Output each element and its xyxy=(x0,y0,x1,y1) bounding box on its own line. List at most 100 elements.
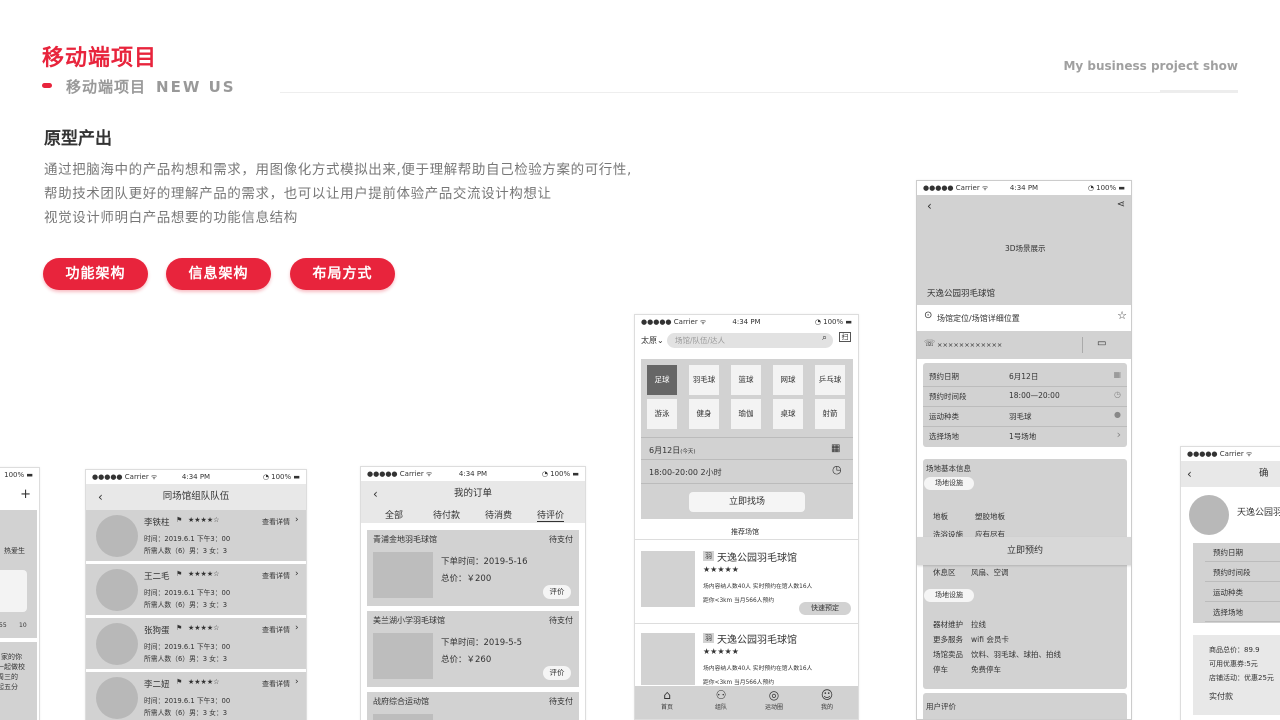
header-divider xyxy=(280,92,1238,93)
order-card[interactable]: 美兰湖小学羽毛球馆 待支付 下单时间：2019-5-5 总价：￥260 评价 xyxy=(367,611,579,687)
venue-name: 天逸公园羽 xyxy=(1237,508,1280,518)
confirm-row-label: 选择场地 xyxy=(1213,608,1243,617)
carrier-label: ●●●●● Carrier ᯤ xyxy=(923,184,989,192)
service-label: 器材维护 xyxy=(933,620,963,629)
venue-image xyxy=(373,714,433,720)
date-label[interactable]: 6月12日(今天) xyxy=(649,445,696,456)
back-icon[interactable]: ‹ xyxy=(373,481,378,507)
view-details-link[interactable]: 查看详情 xyxy=(262,679,290,689)
clock-icon[interactable]: ◷ xyxy=(832,463,842,476)
confirm-row-label: 预约日期 xyxy=(1213,548,1243,557)
team-row[interactable]: 李二妞 ⚑ ★★★★☆ 查看详情 › 时间：2019.6.1 下午3：00 所需… xyxy=(86,672,306,720)
tab-me[interactable]: ☺ 我的 xyxy=(807,688,847,711)
booking-row[interactable]: 运动种类 羽毛球 ● xyxy=(923,407,1127,425)
venue-card[interactable]: 羽 天逸公园羽毛球馆 ★★★★★ 场内容纳人数40人 实时预约在馆人数16人 距… xyxy=(635,623,858,686)
info-title: 场地基本信息 xyxy=(926,464,971,473)
layout-method-button[interactable]: 布局方式 xyxy=(290,258,395,290)
review-button[interactable]: 评价 xyxy=(543,666,571,680)
text-fragment: 55 xyxy=(0,622,7,629)
find-venue-button[interactable]: 立即找场 xyxy=(689,492,805,512)
chevron-right-icon: › xyxy=(295,569,299,579)
back-icon[interactable]: ‹ xyxy=(927,199,932,213)
facility-label: 休息区 xyxy=(933,568,956,577)
team-row[interactable]: 王二毛 ⚑ ★★★★☆ 查看详情 › 时间：2019.6.1 下午3：00 所需… xyxy=(86,564,306,615)
scan-icon[interactable]: 扫 xyxy=(839,332,851,342)
sport-picker-panel: 足球 羽毛球 篮球 网球 乒乓球游泳 健身 瑜伽 桌球 射箭 6月12日(今天) ▦ 18:00… xyxy=(641,359,853,519)
avatar xyxy=(96,569,138,611)
booking-row[interactable]: 预约时间段 18:00—20:00 ◷ xyxy=(923,387,1127,405)
booking-row-label: 运动种类 xyxy=(929,412,959,421)
search-icon[interactable]: ⌕ xyxy=(822,333,827,343)
info-architecture-button[interactable]: 信息架构 xyxy=(166,258,271,290)
sport-option[interactable]: 网球 xyxy=(773,365,803,395)
flag-icon: ⚑ xyxy=(176,678,183,686)
tab-pending-use[interactable]: 待消费 xyxy=(485,508,512,521)
reviews-section[interactable]: 用户评价 xyxy=(923,693,1127,719)
tab-pending-payment[interactable]: 待付款 xyxy=(433,508,460,521)
tab-moments[interactable]: ◎ 运动圈 xyxy=(754,688,794,711)
subtitle-en: NEW US xyxy=(156,78,236,96)
search-input[interactable]: 场馆/队伍/达人 ⌕ xyxy=(667,333,833,348)
header-tagline: My business project show xyxy=(1063,59,1238,73)
accent-dot xyxy=(42,83,52,88)
sport-option[interactable]: 健身 xyxy=(689,399,719,429)
sport-option[interactable]: 足球 xyxy=(647,365,677,395)
quick-book-button[interactable]: 快速预定 xyxy=(799,602,851,615)
team-row[interactable]: 李铁柱 ⚑ ★★★★☆ 查看详情 › 时间：2019.6.1 下午3：00 所需… xyxy=(86,510,306,561)
search-bar-row: 太原⌄ 场馆/队伍/达人 ⌕ 扫 xyxy=(635,329,858,353)
message-icon[interactable]: ▭ xyxy=(1097,338,1106,349)
venue-name: 天逸公园羽毛球馆 xyxy=(927,289,996,299)
tab-home[interactable]: ⌂ 首页 xyxy=(647,688,687,711)
review-button[interactable]: 评价 xyxy=(543,585,571,599)
banner-3d[interactable]: ‹ ⋖ 3D场景展示 天逸公园羽毛球馆 xyxy=(917,195,1131,305)
city-selector[interactable]: 太原⌄ xyxy=(641,335,664,346)
booking-row-value: 18:00—20:00 xyxy=(1009,391,1060,400)
status-time: 4:34 PM xyxy=(181,473,211,481)
screen-title: 我的订单 xyxy=(453,488,492,499)
sport-option[interactable]: 乒乓球 xyxy=(815,365,845,395)
time-label[interactable]: 18:00-20:00 2小时 xyxy=(649,467,722,478)
order-card[interactable]: 青浦金地羽毛球馆 待支付 下单时间：2019-5-16 总价：￥200 评价 xyxy=(367,530,579,606)
back-icon[interactable]: ‹ xyxy=(1187,461,1192,487)
confirm-row-label: 预约时间段 xyxy=(1213,568,1251,577)
sport-option[interactable]: 瑜伽 xyxy=(731,399,761,429)
calendar-icon: ▦ xyxy=(1113,370,1121,379)
star-favorite-icon[interactable]: ☆ xyxy=(1117,309,1127,322)
sport-option[interactable]: 射箭 xyxy=(815,399,845,429)
function-architecture-button[interactable]: 功能架构 xyxy=(43,258,148,290)
book-now-button[interactable]: 立即预约 xyxy=(917,537,1131,565)
screen-title: 同场馆组队队伍 xyxy=(162,491,230,502)
sport-option[interactable]: 篮球 xyxy=(731,365,761,395)
battery-icon: ◔ 100% ▬ xyxy=(1087,184,1125,192)
tab-all[interactable]: 全部 xyxy=(385,508,403,521)
facility-label: 地板 xyxy=(933,512,948,521)
tab-pending-review[interactable]: 待评价 xyxy=(537,508,565,522)
badminton-tag: 羽 xyxy=(703,633,714,643)
battery-icon: ◔ 100% ▬ xyxy=(262,473,300,481)
order-card[interactable]: 战府综合运动馆 待支付 xyxy=(367,692,579,720)
view-details-link[interactable]: 查看详情 xyxy=(262,625,290,635)
venue-card[interactable]: 羽 天逸公园羽毛球馆 ★★★★★ 场内容纳人数40人 实时预约在馆人数16人 距… xyxy=(635,541,858,623)
sport-option[interactable]: 羽毛球 xyxy=(689,365,719,395)
booking-row[interactable]: 选择场地 1号场地 › xyxy=(923,427,1127,445)
location-row[interactable]: ⊙ 场馆定位/场馆详细位置 ☆ xyxy=(917,305,1131,331)
team-time: 时间：2019.6.1 下午3：00 xyxy=(144,535,231,543)
booking-row-label: 预约时间段 xyxy=(929,392,967,401)
view-details-link[interactable]: 查看详情 xyxy=(262,571,290,581)
view-details-link[interactable]: 查看详情 xyxy=(262,517,290,527)
battery-icon: 100% ▬ xyxy=(4,471,33,479)
calendar-icon[interactable]: ▦ xyxy=(831,443,840,454)
team-row[interactable]: 张狗蛋 ⚑ ★★★★☆ 查看详情 › 时间：2019.6.1 下午3：00 所需… xyxy=(86,618,306,669)
back-icon[interactable]: ‹ xyxy=(98,484,103,510)
share-icon[interactable]: ⋖ xyxy=(1117,199,1125,210)
card-partial: ，热爱生 55 10 xyxy=(0,510,37,638)
text-fragment: 一起做校 xyxy=(0,663,25,671)
booking-row[interactable]: 预约日期 6月12日 ▦ xyxy=(923,367,1127,385)
tab-team[interactable]: ⚇ 组队 xyxy=(701,688,741,711)
venue-header: 天逸公园羽 xyxy=(1181,487,1280,541)
sport-option[interactable]: 游泳 xyxy=(647,399,677,429)
add-icon[interactable]: + xyxy=(20,482,31,508)
phone-row[interactable]: ☏ ×××××××××××× ▭ xyxy=(917,331,1131,359)
sport-option[interactable]: 桌球 xyxy=(773,399,803,429)
header-divider-accent xyxy=(1160,90,1238,93)
